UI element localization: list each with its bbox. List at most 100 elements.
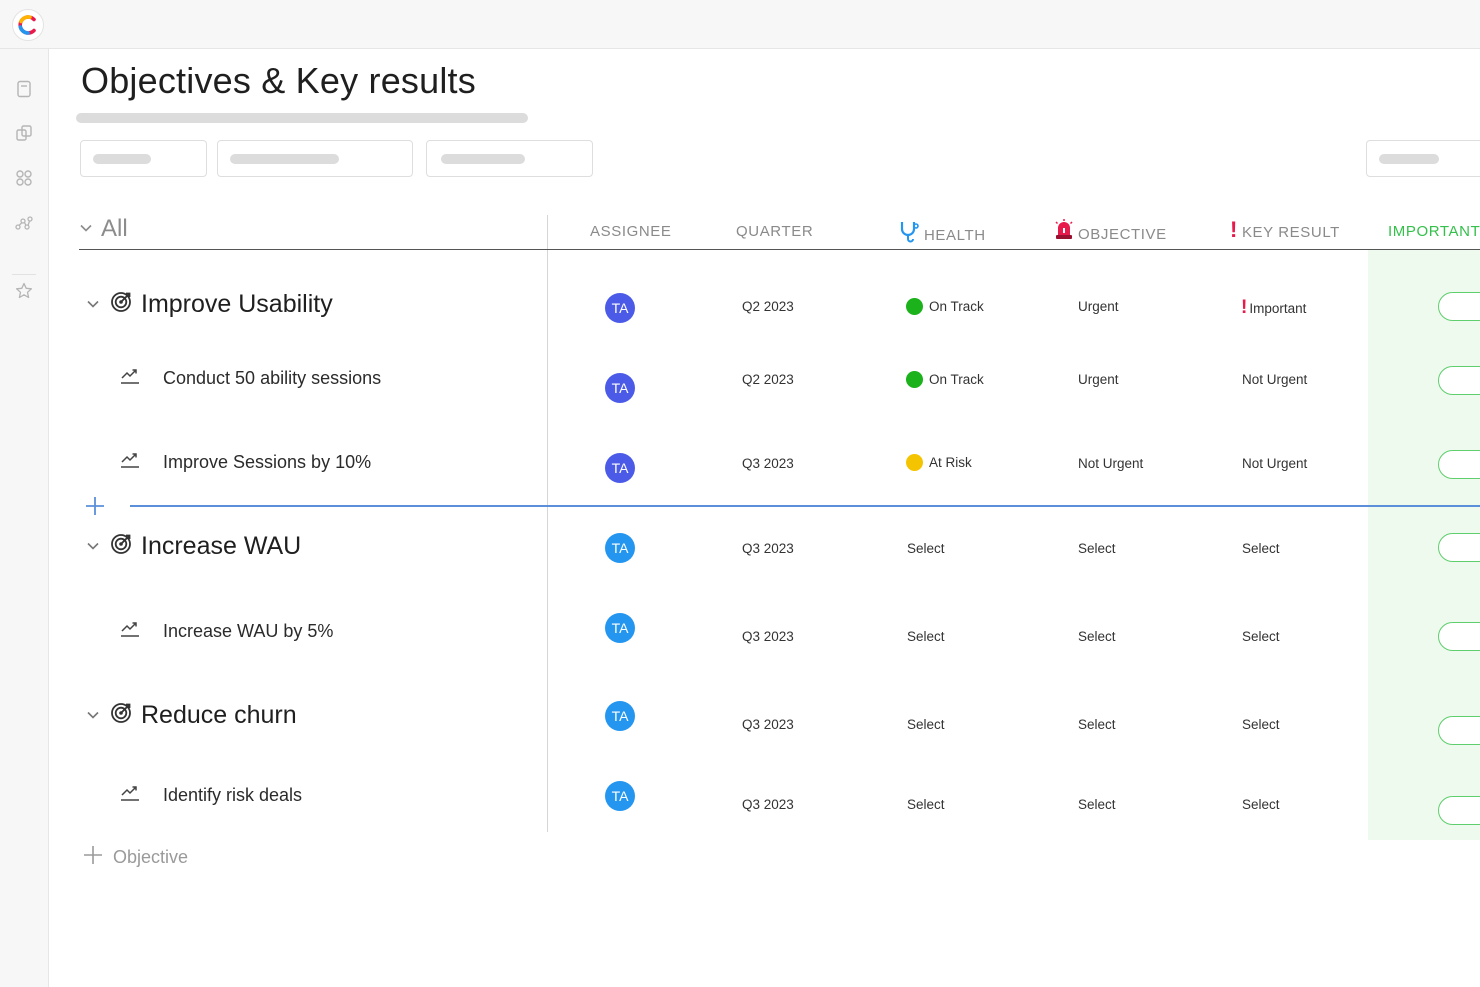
quarter-cell[interactable]: Q3 2023 [742,717,794,732]
objective-priority-select[interactable]: Select [1078,717,1116,732]
insert-row-divider [130,505,1480,507]
health-cell[interactable]: At Risk [906,454,972,471]
assignee-avatar[interactable]: TA [605,293,635,323]
column-header-objective-label: OBJECTIVE [1078,225,1167,243]
network-icon[interactable] [14,213,34,233]
objective-priority-select[interactable]: Select [1078,797,1116,812]
subtitle-placeholder [76,113,528,123]
assignee-avatar[interactable]: TA [605,781,635,811]
health-select[interactable]: Select [907,541,945,556]
add-objective-label: Objective [113,847,189,867]
objective-priority-cell[interactable]: Urgent [1078,299,1119,314]
health-cell[interactable]: On Track [906,298,984,315]
key-result-priority-cell[interactable]: Not Urgent [1242,456,1307,471]
quarter-cell[interactable]: Q3 2023 [742,797,794,812]
importance-toggle[interactable] [1438,622,1480,651]
objective-priority-select[interactable]: Select [1078,629,1116,644]
objective-name: Increase WAU [141,532,302,560]
quarter-cell[interactable]: Q3 2023 [742,629,794,644]
copy-icon[interactable] [14,123,34,143]
all-group-label: All [101,215,128,242]
exclamation-icon: ! [1241,297,1248,318]
all-group-toggle[interactable]: All [79,215,128,243]
assignee-avatar[interactable]: TA [605,453,635,483]
importance-toggle[interactable] [1438,366,1480,395]
assignee-avatar[interactable]: TA [605,701,635,731]
column-header-assignee[interactable]: ASSIGNEE [590,223,672,240]
quarter-cell[interactable]: Q3 2023 [742,541,794,556]
column-header-quarter[interactable]: QUARTER [736,223,813,240]
target-icon [110,702,132,729]
add-row-plus-icon[interactable] [85,496,105,521]
assignee-avatar[interactable]: TA [605,373,635,403]
health-select[interactable]: Select [907,629,945,644]
key-result-priority-label: Important [1249,300,1307,316]
importance-toggle[interactable] [1438,796,1480,825]
objective-priority-select[interactable]: Select [1078,541,1116,556]
column-header-key-result[interactable]: ! KEY RESULT [1230,219,1340,241]
star-icon[interactable] [14,281,34,301]
status-dot [906,454,923,471]
quarter-cell[interactable]: Q3 2023 [742,456,794,471]
objective-priority-cell[interactable]: Not Urgent [1078,456,1143,471]
objective-row-increase-wau[interactable]: Increase WAU [86,532,301,561]
exclamation-icon: ! [1230,217,1238,242]
objective-row-improve-usability[interactable]: Improve Usability [86,290,333,319]
chevron-down-icon[interactable] [86,296,100,314]
importance-toggle[interactable] [1438,450,1480,479]
objective-name: Improve Usability [141,290,333,318]
health-label: On Track [929,299,984,314]
objective-row-reduce-churn[interactable]: Reduce churn [86,701,297,730]
importance-toggle[interactable] [1438,533,1480,562]
assignee-avatar[interactable]: TA [605,613,635,643]
target-icon [110,533,132,560]
key-result-row-increase-wau-5[interactable]: Increase WAU by 5% [120,620,333,643]
assignee-avatar[interactable]: TA [605,533,635,563]
quarter-cell[interactable]: Q2 2023 [742,299,794,314]
top-bar [0,0,1480,49]
filter-button-2[interactable] [217,140,413,177]
objective-priority-cell[interactable]: Urgent [1078,372,1119,387]
key-result-priority-select[interactable]: Select [1242,541,1280,556]
stethoscope-icon [898,219,920,247]
health-label: At Risk [929,455,972,470]
status-dot [906,298,923,315]
add-objective-button[interactable]: Objective [83,845,188,870]
key-result-row-identify-risk-deals[interactable]: Identify risk deals [120,784,302,807]
key-result-row-improve-sessions[interactable]: Improve Sessions by 10% [120,451,371,474]
filter-button-3[interactable] [426,140,593,177]
column-header-health[interactable]: HEALTH [898,219,986,247]
key-result-name: Improve Sessions by 10% [163,452,372,472]
health-cell[interactable]: On Track [906,371,984,388]
filter-button-1[interactable] [80,140,207,177]
importance-toggle[interactable] [1438,716,1480,745]
key-result-name: Increase WAU by 5% [163,621,334,641]
filter-button-right[interactable] [1366,140,1480,177]
health-select[interactable]: Select [907,797,945,812]
objective-name: Reduce churn [141,701,297,729]
key-result-row-conduct-sessions[interactable]: Conduct 50 ability sessions [120,367,381,390]
key-result-priority-select[interactable]: Select [1242,629,1280,644]
trend-up-icon [120,620,140,643]
key-result-priority-cell[interactable]: ! Important [1241,297,1306,319]
key-result-priority-select[interactable]: Select [1242,797,1280,812]
document-icon[interactable] [14,79,34,99]
key-result-priority-select[interactable]: Select [1242,717,1280,732]
sidebar [0,49,49,987]
apps-icon[interactable] [14,168,34,188]
header-underline [79,249,1480,250]
health-select[interactable]: Select [907,717,945,732]
quarter-cell[interactable]: Q2 2023 [742,372,794,387]
column-header-importance[interactable]: IMPORTANT/ [1388,223,1480,240]
chevron-down-icon [79,220,93,238]
importance-toggle[interactable] [1438,292,1480,321]
chevron-down-icon[interactable] [86,707,100,725]
column-header-objective[interactable]: OBJECTIVE [1054,219,1167,245]
app-logo[interactable] [12,9,44,41]
trend-up-icon [120,784,140,807]
chevron-down-icon[interactable] [86,538,100,556]
key-result-name: Conduct 50 ability sessions [163,368,382,388]
key-result-priority-cell[interactable]: Not Urgent [1242,372,1307,387]
column-divider [547,215,548,832]
trend-up-icon [120,451,140,474]
